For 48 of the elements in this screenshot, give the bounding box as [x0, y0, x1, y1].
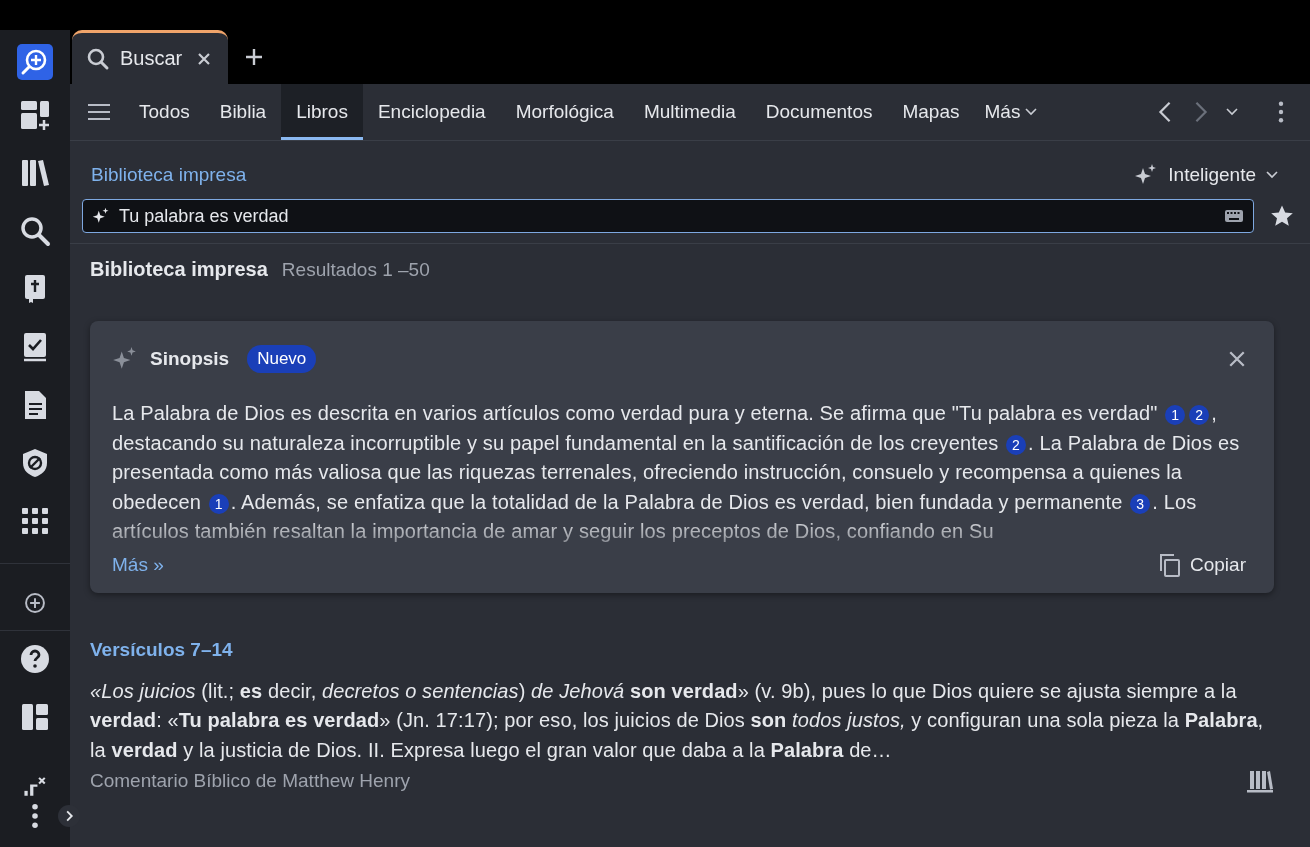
- result-heading[interactable]: Versículos 7–14: [90, 638, 1274, 661]
- results-title: Biblioteca impresa: [90, 258, 268, 281]
- apps-grid-icon[interactable]: [19, 505, 51, 537]
- result-excerpt: «Los juicios (lit.; es decir, decretos o sentencias) de Jehová son verdad» (v. 9b), pues lo que Dios quiere se ajusta siempre a la verdad: «Tu palabra es verdad» (Jn. 17:17); por eso, los juicios de Dios son todos justos, y configuran una sola pieza la Palabra, la verdad y la justicia de Dios. II. Expresa luego el gran valor que daba a la Palabra de…: [90, 678, 1265, 763]
- search-icon: [86, 46, 110, 71]
- star-icon[interactable]: [1270, 204, 1294, 228]
- scope-link[interactable]: Biblioteca impresa: [91, 164, 247, 186]
- menu-icon[interactable]: [88, 103, 110, 121]
- logo-icon[interactable]: [17, 44, 53, 80]
- layout-icon[interactable]: [19, 701, 51, 733]
- filter-tab[interactable]: Libros: [281, 84, 363, 140]
- search-tab[interactable]: Buscar: [72, 30, 229, 84]
- copy-icon: [1158, 552, 1182, 577]
- copy-button[interactable]: Copiar: [1158, 552, 1246, 577]
- more-icon[interactable]: [1278, 101, 1284, 123]
- filter-tab[interactable]: Todos: [124, 84, 205, 140]
- filter-tab[interactable]: Documentos: [750, 84, 888, 140]
- new-badge: Nuevo: [247, 345, 317, 373]
- close-icon[interactable]: [196, 50, 213, 67]
- dashboard-add-icon[interactable]: [19, 99, 51, 131]
- more-link[interactable]: Más »: [112, 553, 164, 576]
- filter-tab[interactable]: Enciclopedia: [362, 84, 501, 140]
- help-icon[interactable]: [19, 643, 51, 675]
- results-range: Resultados 1 –50: [281, 259, 430, 281]
- keyboard-icon[interactable]: [1224, 209, 1244, 223]
- library-icon[interactable]: [19, 157, 51, 189]
- more-dropdown[interactable]: Más: [974, 84, 1042, 140]
- synopsis-text: La Palabra de Dios es descrita en varios artículos como verdad pura y eterna. Se afirma que "Tu palabra es verdad" 1 2 , destacando su naturaleza incorruptible y su papel fundamental en la santificación de los creyentes 2 . La Palabra de Dios es presentada como más valiosa que las riquezas terrenales, ofreciendo instrucción, consuelo y recompensa a quienes la obedecen 1 . Además, se enfatiza que la totalidad de la Palabra de Dios es verdad, bien fundada y permanente 3 . Los artículos también resaltan la importancia de amar y seguir los preceptos de Dios, confiando en Su: [112, 401, 1241, 544]
- history-caret-icon[interactable]: [1226, 108, 1238, 116]
- sparkle-icon: [92, 207, 110, 225]
- more-icon[interactable]: [31, 803, 39, 829]
- result-source: Comentario Bíblico de Matthew Henry: [90, 770, 410, 792]
- filter-tab[interactable]: Mapas: [887, 84, 975, 140]
- back-icon[interactable]: [1158, 101, 1172, 123]
- search-icon[interactable]: [19, 215, 51, 247]
- new-tab-icon[interactable]: [244, 47, 265, 67]
- filter-tab[interactable]: Multimedia: [628, 84, 751, 140]
- filter-tab[interactable]: Morfológica: [500, 84, 629, 140]
- caret-icon: [1025, 108, 1038, 116]
- synopsis-title: Sinopsis: [150, 348, 230, 370]
- search-field[interactable]: Tu palabra es verdad: [82, 199, 1254, 233]
- forward-icon[interactable]: [1194, 101, 1208, 123]
- add-circle-icon[interactable]: [22, 590, 48, 616]
- caret-icon: [1266, 171, 1278, 179]
- library-icon[interactable]: [1246, 769, 1274, 793]
- close-icon[interactable]: [1228, 350, 1246, 368]
- filter-tab[interactable]: Biblia: [204, 84, 282, 140]
- mode-dropdown[interactable]: Inteligente: [1128, 162, 1284, 188]
